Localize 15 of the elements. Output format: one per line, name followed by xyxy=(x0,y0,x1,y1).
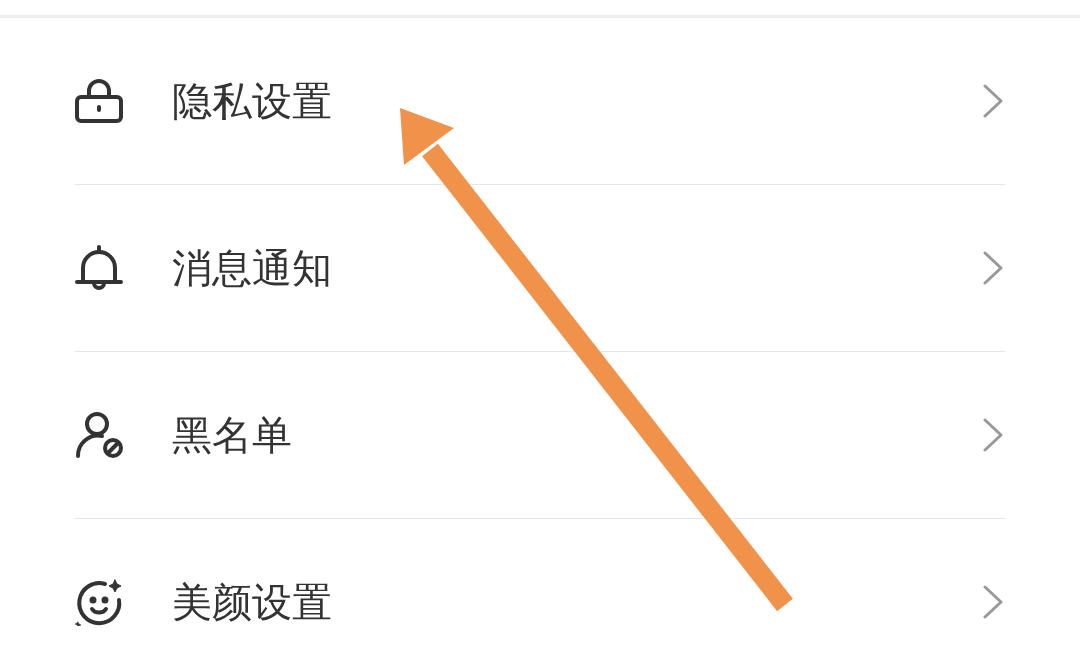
chevron-right-icon xyxy=(983,251,1003,285)
settings-label: 黑名单 xyxy=(172,410,293,460)
chevron-right-icon xyxy=(983,418,1003,452)
settings-label: 隐私设置 xyxy=(172,76,333,126)
settings-item[interactable]: 消息通知 xyxy=(75,185,1005,352)
settings-label: 美颜设置 xyxy=(172,577,333,627)
blocked-user-icon xyxy=(75,411,123,459)
bell-icon xyxy=(75,244,123,292)
settings-item[interactable]: 美颜设置 xyxy=(75,519,1005,649)
settings-item[interactable]: 黑名单 xyxy=(75,352,1005,519)
lock-icon xyxy=(75,77,123,125)
chevron-right-icon xyxy=(983,585,1003,619)
settings-label: 消息通知 xyxy=(172,243,333,293)
chevron-right-icon xyxy=(983,84,1003,118)
smiley-sparkle-icon xyxy=(75,578,123,626)
